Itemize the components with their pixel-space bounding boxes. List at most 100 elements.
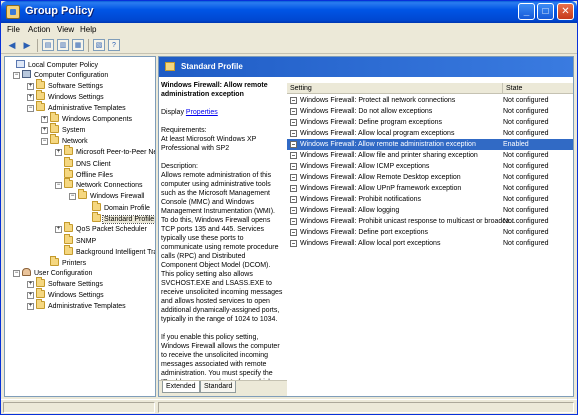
expand-icon[interactable]: +	[55, 226, 62, 233]
tree-item[interactable]: Local Computer Policy	[7, 59, 99, 70]
collapse-icon[interactable]: −	[13, 270, 20, 277]
tree-item-label: Windows Components	[62, 116, 133, 123]
tree-item[interactable]: Standard Profile	[83, 212, 155, 224]
column-header-state[interactable]: State	[503, 83, 573, 94]
tree-item[interactable]: SNMP	[55, 234, 97, 246]
policy-row[interactable]: Windows Firewall: Protect all network co…	[287, 95, 573, 106]
expand-icon[interactable]: +	[27, 83, 34, 90]
collapse-icon[interactable]: −	[41, 138, 48, 145]
tab-standard[interactable]: Standard	[200, 381, 237, 393]
policy-setting-icon	[290, 229, 297, 236]
expand-icon[interactable]: +	[27, 281, 34, 288]
help-icon[interactable]: ?	[108, 39, 120, 51]
close-button[interactable]: ✕	[557, 3, 574, 20]
tree-item-label: Software Settings	[48, 281, 103, 288]
policy-state: Not configured	[503, 108, 549, 115]
policy-name: Windows Firewall: Do not allow exception…	[300, 108, 433, 115]
expand-icon[interactable]: +	[27, 303, 34, 310]
minimize-button[interactable]: _	[518, 3, 535, 20]
folder-icon	[64, 245, 73, 255]
folder-icon	[36, 79, 45, 89]
back-arrow-icon[interactable]: ◀	[6, 39, 18, 51]
folder-icon	[78, 189, 87, 199]
policy-state: Not configured	[503, 130, 549, 137]
description-text: Management Instrumentation (WMI).	[161, 208, 275, 215]
tree-item[interactable]: − Windows Firewall	[69, 189, 145, 202]
collapse-icon[interactable]: −	[69, 193, 76, 200]
policy-name: Windows Firewall: Allow ICMP exceptions	[300, 163, 430, 170]
menu-action[interactable]: Action	[28, 25, 50, 34]
column-header-setting[interactable]: Setting	[287, 83, 503, 94]
policy-row[interactable]: Windows Firewall: Allow Remote Desktop e…	[287, 172, 573, 183]
tree-item[interactable]: Background Intelligent Transfer	[55, 245, 155, 257]
show-hide-tree-icon[interactable]: ▥	[57, 39, 69, 51]
menu-help[interactable]: Help	[80, 25, 96, 34]
tree-item[interactable]: − Computer Configuration	[13, 70, 109, 81]
export-list-icon[interactable]: ▦	[72, 39, 84, 51]
maximize-button[interactable]: □	[537, 3, 554, 20]
folder-icon	[36, 299, 45, 309]
policy-name: Windows Firewall: Allow local program ex…	[300, 130, 455, 137]
tree-item-label: DNS Client	[76, 161, 111, 168]
folder-icon	[50, 256, 59, 266]
extended-description-panel: Windows Firewall: Allow remote administr…	[159, 77, 287, 380]
expand-icon[interactable]: +	[27, 94, 34, 101]
policy-row[interactable]: Windows Firewall: Allow logging Not confi…	[287, 205, 573, 216]
description-text: and allows hosted services to open	[161, 298, 270, 305]
policy-settings-list[interactable]: Setting State Windows Firewall: Protect …	[287, 77, 573, 396]
forward-arrow-icon[interactable]: ▶	[21, 39, 33, 51]
policy-row[interactable]: Windows Firewall: Define port exceptions…	[287, 227, 573, 238]
folder-icon	[50, 112, 59, 122]
folder-icon	[64, 157, 73, 167]
policy-row[interactable]: Windows Firewall: Allow local port excep…	[287, 238, 573, 249]
tree-item[interactable]: − User Configuration	[13, 268, 93, 279]
policy-state: Not configured	[503, 218, 549, 225]
policy-row[interactable]: Windows Firewall: Prohibit unicast respo…	[287, 216, 573, 227]
expand-icon[interactable]: +	[41, 127, 48, 134]
tree-item[interactable]: Printers	[41, 256, 87, 268]
policy-name: Windows Firewall: Allow logging	[300, 207, 400, 214]
properties-link[interactable]: Properties	[186, 109, 218, 116]
menu-file[interactable]: File	[7, 25, 20, 34]
expand-icon[interactable]: +	[41, 116, 48, 123]
description-text: TCP ports 135 and 445. Services	[161, 226, 264, 233]
requirements-text: Requirements:	[161, 127, 207, 134]
collapse-icon[interactable]: −	[27, 105, 34, 112]
policy-row[interactable]: Windows Firewall: Allow local program ex…	[287, 128, 573, 139]
policy-row[interactable]: Windows Firewall: Allow remote administr…	[287, 139, 573, 150]
tree-item-label: Administrative Templates	[48, 105, 126, 112]
expand-icon[interactable]: +	[55, 149, 62, 156]
title-bar[interactable]: Group Policy _ □ ✕	[1, 1, 577, 23]
tree-item[interactable]: − Administrative Templates	[27, 101, 127, 114]
tree-item[interactable]: − Network Connections	[55, 178, 144, 191]
policy-row[interactable]: Windows Firewall: Prohibit notifications…	[287, 194, 573, 205]
policy-row[interactable]: Windows Firewall: Do not allow exception…	[287, 106, 573, 117]
policy-row[interactable]: Windows Firewall: Define program excepti…	[287, 117, 573, 128]
expand-icon[interactable]: +	[27, 292, 34, 299]
policy-row[interactable]: Windows Firewall: Allow UPnP framework e…	[287, 183, 573, 194]
menu-view[interactable]: View	[57, 25, 74, 34]
policy-state: Not configured	[503, 185, 549, 192]
collapse-icon[interactable]: −	[55, 182, 62, 189]
toolbar: ◀ ▶ ▤ ▥ ▦ ▧ ?	[1, 37, 577, 54]
up-one-level-icon[interactable]: ▤	[42, 39, 54, 51]
tree-item[interactable]: + Administrative Templates	[27, 299, 127, 312]
tree-item-label: Windows Settings	[48, 94, 104, 101]
policy-tree[interactable]: Local Computer Policy − Computer Configura…	[4, 56, 156, 397]
policy-state: Not configured	[503, 152, 549, 159]
tab-extended[interactable]: Extended	[162, 381, 200, 393]
policy-name: Windows Firewall: Allow Remote Desktop e…	[300, 174, 461, 181]
properties-icon[interactable]: ▧	[93, 39, 105, 51]
collapse-icon[interactable]: −	[13, 72, 20, 79]
tree-item[interactable]: + System	[41, 123, 86, 136]
tree-item-label: Administrative Templates	[48, 303, 126, 310]
tree-item[interactable]: + Microsoft Peer-to-Peer Network	[55, 145, 155, 158]
description-text: SVCHOST.EXE and LSASS.EXE to	[161, 280, 272, 287]
policy-row[interactable]: Windows Firewall: Allow ICMP exceptions N…	[287, 161, 573, 172]
description-text: receive unsolicited incoming messages	[161, 289, 283, 296]
description-text: calls (RPC) and Distributed	[161, 253, 246, 260]
policy-row[interactable]: Windows Firewall: Allow file and printer…	[287, 150, 573, 161]
description-text: communicate using remote procedure	[161, 244, 279, 251]
